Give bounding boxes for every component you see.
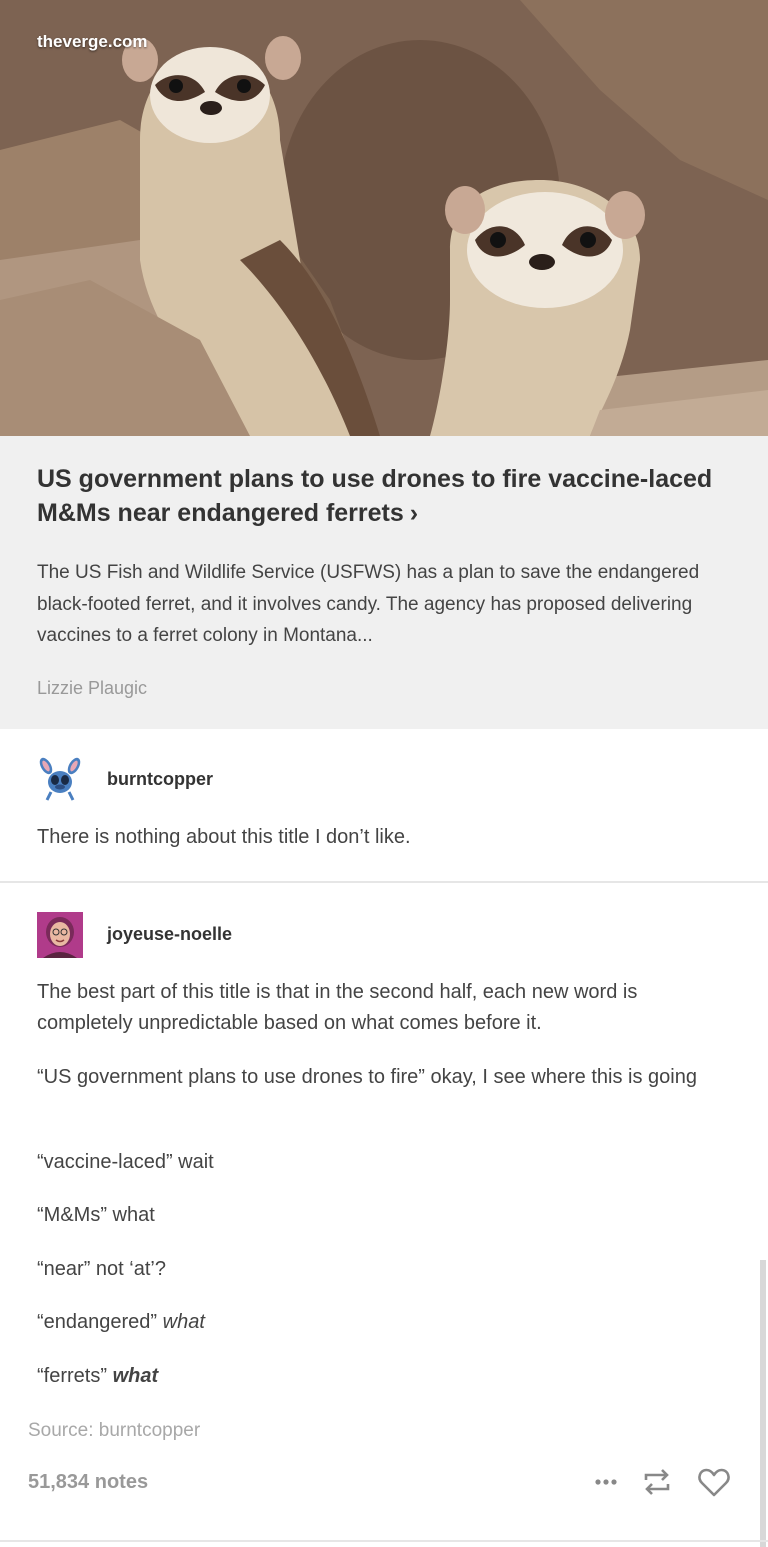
more-dots-icon[interactable] [595, 1479, 617, 1485]
link-source-domain[interactable]: theverge.com [37, 32, 148, 52]
heart-icon[interactable] [698, 1468, 730, 1497]
reblog-paragraph: “ferrets” what [37, 1361, 727, 1392]
chevron-right-icon: › [409, 499, 419, 527]
reblog-paragraph: “endangered” what [37, 1307, 727, 1338]
reaction-italic: what [162, 1311, 205, 1333]
reblog-paragraph: “vaccine-laced” wait [37, 1151, 214, 1173]
reblog-icon[interactable] [644, 1469, 670, 1495]
reblog-paragraph: “near” not ‘at’? [37, 1258, 166, 1280]
quoted-word: “endangered” [37, 1311, 158, 1333]
source-attribution[interactable]: Source: burntcopper [28, 1420, 200, 1442]
post-bottom-border [0, 1540, 768, 1542]
blue-cartoon-alien-icon [39, 757, 81, 801]
quoted-word: “ferrets” [37, 1365, 107, 1387]
reaction-bold-italic: what [112, 1365, 159, 1387]
reblog-paragraph: “US government plans to use drones to fi… [37, 1066, 697, 1088]
link-title-text[interactable]: US government plans to use drones to fir… [37, 465, 712, 527]
avatar[interactable] [37, 912, 83, 958]
link-title[interactable]: US government plans to use drones to fir… [37, 462, 727, 530]
reblog-username[interactable]: burntcopper [107, 769, 213, 790]
reblog-body: There is nothing about this title I don’… [37, 826, 411, 848]
notes-count[interactable]: 51,834 notes [28, 1471, 148, 1494]
pink-portrait-icon [37, 912, 83, 958]
reblog-paragraph: “M&Ms” what [37, 1204, 155, 1226]
reblog-username[interactable]: joyeuse-noelle [107, 924, 232, 945]
reblog-divider [0, 881, 768, 883]
post-actions [590, 1462, 740, 1502]
ferret-photo [0, 0, 768, 436]
link-author: Lizzie Plaugic [37, 678, 148, 698]
scrollbar[interactable] [760, 1260, 766, 1547]
avatar[interactable] [37, 756, 83, 802]
link-image[interactable]: theverge.com [0, 0, 768, 436]
reblog-paragraph: The best part of this title is that in t… [37, 981, 638, 1034]
link-excerpt: The US Fish and Wildlife Service (USFWS)… [37, 562, 700, 646]
